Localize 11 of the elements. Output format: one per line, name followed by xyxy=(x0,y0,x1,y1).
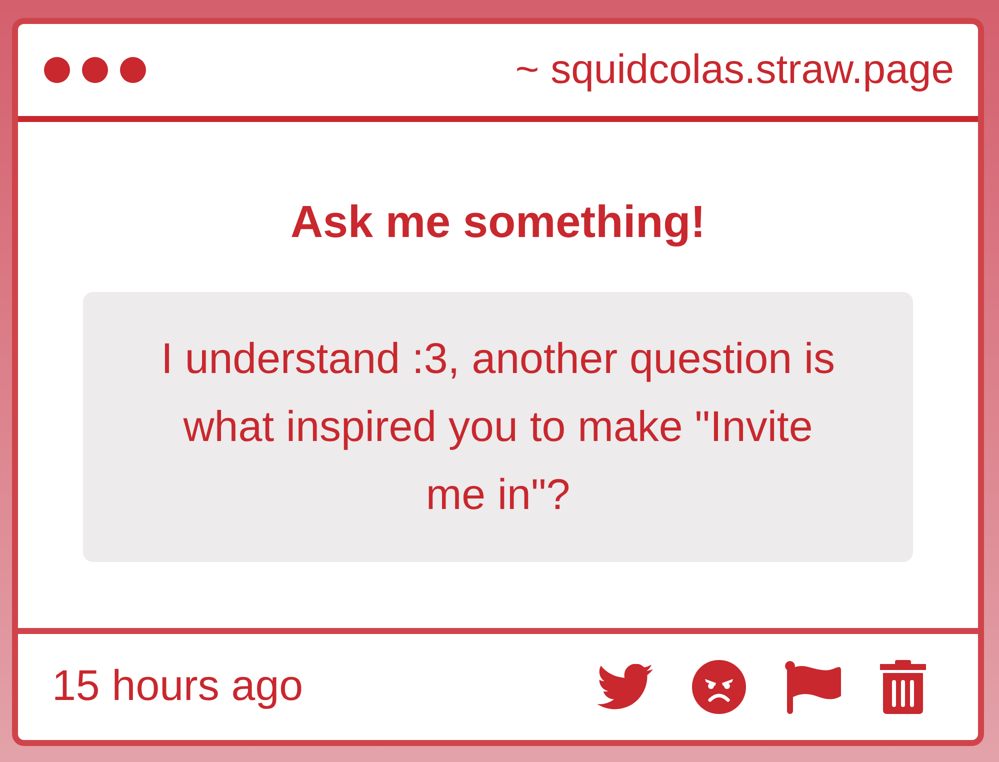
flag-icon[interactable] xyxy=(785,660,841,714)
trash-icon[interactable] xyxy=(880,660,926,714)
window-dot-icon xyxy=(44,57,70,83)
prompt-title: Ask me something! xyxy=(290,195,706,249)
address-text: ~ squidcolas.straw.page xyxy=(515,45,954,94)
window-dot-icon xyxy=(82,57,108,83)
angry-face-icon[interactable] xyxy=(692,660,746,714)
window-dot-icon xyxy=(120,57,146,83)
bird-icon[interactable] xyxy=(597,664,653,710)
question-box: I understand :3, another question is what inspired you to make "Invite me in"? xyxy=(83,292,913,562)
timestamp-text: 15 hours ago xyxy=(52,661,304,712)
